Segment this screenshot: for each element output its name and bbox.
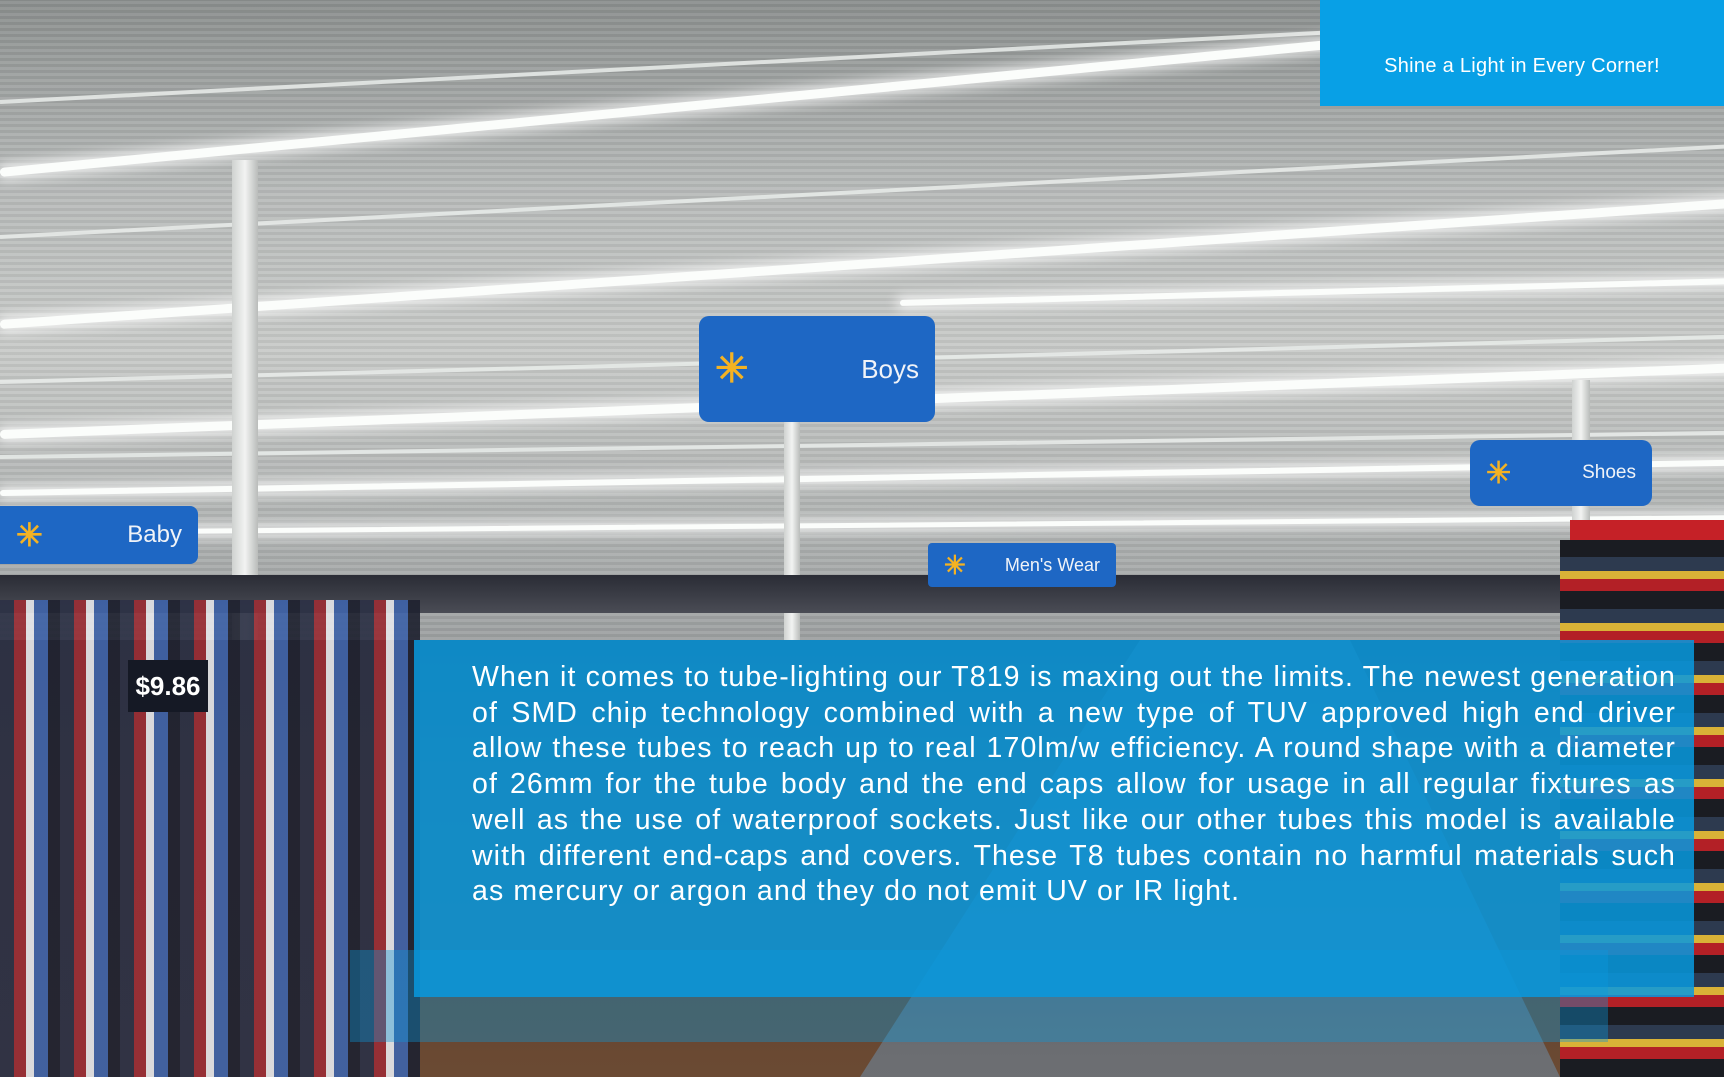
department-sign: ✳ Men's Wear — [928, 543, 1116, 587]
department-sign: ✳ Baby — [0, 506, 198, 564]
sign-label: Shoes — [1582, 462, 1636, 483]
spark-icon: ✳ — [16, 517, 43, 553]
sign-label: Boys — [861, 353, 919, 384]
price-tag: $9.86 — [128, 660, 208, 712]
department-sign: ✳ Shoes — [1470, 440, 1652, 506]
spark-icon: ✳ — [715, 347, 749, 391]
sign-label: Men's Wear — [1004, 554, 1100, 575]
tagline-banner: Shine a Light in Every Corner! — [1320, 0, 1724, 106]
department-sign: ✳ Boys — [699, 316, 935, 422]
description-panel: When it comes to tube-lighting our T819 … — [414, 640, 1694, 997]
spark-icon: ✳ — [1486, 456, 1512, 490]
description-text: When it comes to tube-lighting our T819 … — [472, 661, 1676, 908]
spark-icon: ✳ — [944, 549, 966, 580]
sign-label: Baby — [127, 521, 182, 548]
tagline: Shine a Light in Every Corner! — [1384, 54, 1660, 77]
